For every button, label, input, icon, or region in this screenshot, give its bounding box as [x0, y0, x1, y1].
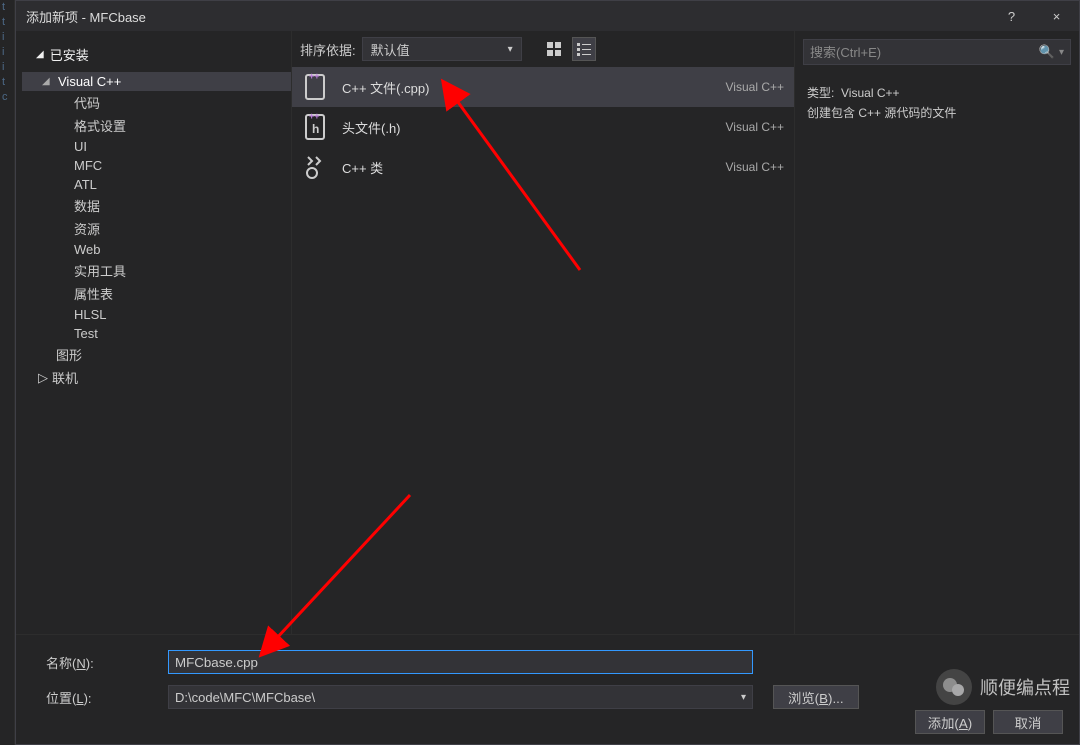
svg-text:++: ++: [309, 113, 320, 121]
tree-leaf-util[interactable]: 实用工具: [22, 259, 291, 282]
list-icon: [577, 42, 591, 56]
close-icon: ×: [1053, 9, 1061, 24]
chevron-down-icon: ▾: [508, 44, 513, 55]
list-view-button[interactable]: [572, 37, 596, 61]
grid-view-button[interactable]: [542, 37, 566, 61]
name-input[interactable]: [168, 650, 753, 674]
tree-leaf-ui[interactable]: UI: [22, 137, 291, 156]
tree-leaf-code[interactable]: 代码: [22, 91, 291, 114]
tree-node-graphics[interactable]: 图形: [22, 343, 291, 366]
sort-select[interactable]: 默认值 ▾: [362, 37, 522, 61]
add-button[interactable]: 添加(A): [915, 710, 985, 734]
cancel-button[interactable]: 取消: [993, 710, 1063, 734]
cpp-file-icon: ++: [302, 73, 330, 101]
tree-leaf-web[interactable]: Web: [22, 240, 291, 259]
sort-label: 排序依据:: [300, 40, 356, 59]
tree-leaf-hlsl[interactable]: HLSL: [22, 305, 291, 324]
editor-gutter: t tiii tc: [0, 0, 15, 745]
caret-down-icon: ◢: [42, 76, 54, 87]
bottom-panel: 名称(N): 位置(L): D:\code\MFC\MFCbase\ ▾ 浏览(…: [16, 634, 1079, 744]
browse-button[interactable]: 浏览(B)...: [773, 685, 859, 709]
tree-leaf-test[interactable]: Test: [22, 324, 291, 343]
location-label: 位置(L):: [46, 688, 158, 707]
tree-leaf-resource[interactable]: 资源: [22, 217, 291, 240]
search-box[interactable]: 🔍 ▾: [803, 39, 1071, 65]
sidebar: ◢ 已安装 ◢ Visual C++ 代码 格式设置 UI MFC ATL 数据…: [16, 31, 291, 634]
wechat-icon: [936, 669, 972, 705]
add-new-item-dialog: 添加新项 - MFCbase ? × ◢ 已安装 ◢ Visual C++ 代码…: [15, 0, 1080, 745]
installed-label: 已安装: [50, 45, 89, 64]
grid-icon: [547, 42, 561, 56]
template-row-cpp-file[interactable]: ++ C++ 文件(.cpp) Visual C++: [292, 67, 794, 107]
tree-leaf-propsheet[interactable]: 属性表: [22, 282, 291, 305]
svg-text:++: ++: [309, 73, 320, 81]
tree-leaf-mfc[interactable]: MFC: [22, 156, 291, 175]
search-icon: 🔍: [1039, 44, 1055, 60]
caret-right-icon: ▷: [38, 370, 48, 386]
tree-node-visual-cpp[interactable]: ◢ Visual C++: [22, 72, 291, 91]
template-row-header-file[interactable]: h++ 头文件(.h) Visual C++: [292, 107, 794, 147]
watermark-text: 顺便编点程: [980, 674, 1070, 700]
tree-leaf-format[interactable]: 格式设置: [22, 114, 291, 137]
tree-leaf-atl[interactable]: ATL: [22, 175, 291, 194]
info-panel: 🔍 ▾ 类型: Visual C++ 创建包含 C++ 源代码的文件: [794, 31, 1079, 634]
name-label: 名称(N):: [46, 653, 158, 672]
template-row-cpp-class[interactable]: C++ 类 Visual C++: [292, 147, 794, 187]
search-input[interactable]: [810, 45, 1039, 60]
header-file-icon: h++: [302, 113, 330, 141]
cpp-class-icon: [302, 153, 330, 181]
chevron-down-icon: ▾: [741, 692, 746, 703]
watermark: 顺便编点程: [936, 669, 1070, 705]
tree-node-online[interactable]: ▷ 联机: [16, 366, 291, 389]
installed-header[interactable]: ◢ 已安装: [16, 41, 291, 68]
help-button[interactable]: ?: [989, 1, 1034, 31]
chevron-down-icon: ▾: [1055, 47, 1064, 58]
caret-down-icon: ◢: [36, 49, 44, 60]
location-combo[interactable]: D:\code\MFC\MFCbase\ ▾: [168, 685, 753, 709]
window-title: 添加新项 - MFCbase: [16, 7, 989, 26]
svg-text:h: h: [312, 122, 319, 136]
titlebar[interactable]: 添加新项 - MFCbase ? ×: [16, 1, 1079, 31]
template-panel: 排序依据: 默认值 ▾ ++ C++ 文件(.cpp): [291, 31, 794, 634]
description: 创建包含 C++ 源代码的文件: [807, 103, 1067, 123]
type-line: 类型: Visual C++: [807, 83, 1067, 103]
close-button[interactable]: ×: [1034, 1, 1079, 31]
tree-leaf-data[interactable]: 数据: [22, 194, 291, 217]
